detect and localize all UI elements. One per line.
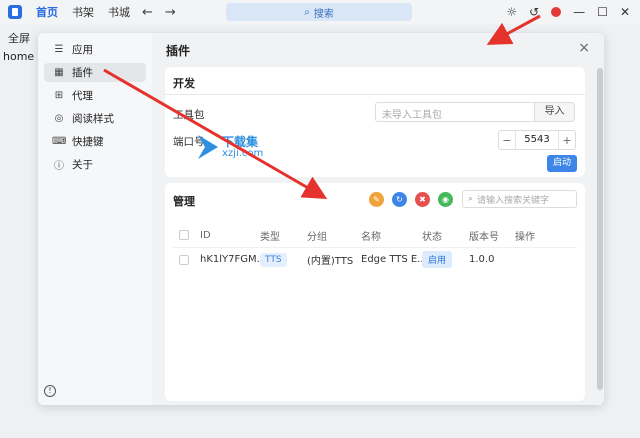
manage-card: 管理 ✎ ↻ ✖ ◉ ⌕ 请输入搜索关键字 ID 类型 分组 名称 状态 版本号… — [165, 183, 585, 401]
history-icon[interactable]: ↺ — [529, 5, 539, 19]
refresh-icon[interactable]: ↻ — [392, 192, 407, 207]
sidebar-item-proxy[interactable]: ⊞ 代理 — [44, 86, 146, 105]
port-value[interactable]: 5543 — [515, 131, 559, 149]
table-header: ID 类型 分组 名称 状态 版本号 操作 — [173, 223, 577, 247]
sliders-icon: ☰ — [54, 44, 64, 55]
info-icon: ⓘ — [54, 161, 64, 172]
settings-sidebar: ☰ 应用 ▦ 插件 ⊞ 代理 ◎ 阅读样式 ⌨ 快捷键 ⓘ 关于 ! — [38, 33, 152, 405]
delete-icon[interactable]: ✖ — [415, 192, 430, 207]
import-plugin-icon[interactable]: ✎ — [369, 192, 384, 207]
port-stepper[interactable]: − 5543 + — [498, 130, 576, 150]
sidebar-item-about[interactable]: ⓘ 关于 — [44, 155, 146, 174]
back-icon[interactable]: ← — [142, 5, 153, 20]
fullscreen-tab[interactable]: 全屏 — [8, 30, 30, 46]
header-group: 分组 — [307, 231, 327, 243]
maximize-icon[interactable]: ☐ — [597, 5, 608, 19]
plugin-settings-content: 插件 × 开发 工具包 未导入工具包 导入 端口号 − 5543 + 启动 管理… — [152, 33, 604, 405]
nav-home[interactable]: 首页 — [36, 4, 58, 20]
global-search[interactable]: ⌕ 搜索 — [226, 3, 412, 21]
window-controls: ☼ ↺ — ☐ ✕ — [506, 0, 630, 24]
nav-bookstore[interactable]: 书城 — [108, 4, 130, 20]
home-text: home — [3, 50, 35, 63]
header-type: 类型 — [260, 231, 280, 243]
close-icon[interactable]: × — [578, 40, 590, 56]
cell-id: hK1lY7FGM... — [200, 254, 260, 265]
search-placeholder: 搜索 — [313, 8, 334, 20]
nav-bookshelf[interactable]: 书架 — [72, 4, 94, 20]
scrollbar[interactable] — [597, 68, 603, 390]
type-tag: TTS — [260, 252, 287, 267]
toggle-icon[interactable]: ◉ — [438, 192, 453, 207]
table-row[interactable]: hK1lY7FGM... TTS (内置)TTS Edge TTS E... 启… — [173, 247, 577, 271]
grid-icon: ▦ — [54, 67, 64, 78]
sidebar-item-label: 插件 — [72, 67, 93, 79]
start-button[interactable]: 启动 — [547, 155, 577, 172]
search-icon: ⌕ — [468, 194, 474, 204]
keyboard-icon: ⌨ — [52, 136, 67, 147]
toolkit-label: 工具包 — [173, 109, 205, 121]
header-status: 状态 — [422, 231, 442, 243]
select-all-checkbox[interactable] — [179, 230, 189, 240]
network-icon: ⊞ — [54, 90, 64, 101]
sidebar-item-app[interactable]: ☰ 应用 — [44, 40, 146, 59]
plugin-search-placeholder: 请输入搜索关键字 — [477, 195, 550, 206]
increment-button[interactable]: + — [559, 134, 575, 147]
sidebar-item-plugins[interactable]: ▦ 插件 — [44, 63, 146, 82]
watermark-logo-icon — [198, 135, 218, 159]
page-title: 插件 — [166, 44, 191, 58]
manage-card-title: 管理 — [173, 195, 195, 208]
header-version: 版本号 — [469, 231, 499, 243]
divider — [165, 94, 585, 95]
search-icon: ⌕ — [304, 6, 310, 18]
cell-version: 1.0.0 — [469, 254, 495, 265]
color-dot-icon[interactable] — [551, 7, 562, 17]
cell-group: (内置)TTS — [307, 256, 354, 267]
forward-icon[interactable]: → — [165, 5, 176, 20]
palette-icon: ◎ — [54, 113, 64, 124]
cell-name: Edge TTS E... — [361, 254, 422, 265]
sidebar-item-reading-style[interactable]: ◎ 阅读样式 — [44, 109, 146, 128]
watermark-url: xzji.com — [222, 148, 264, 159]
row-checkbox[interactable] — [179, 254, 189, 265]
sidebar-item-label: 关于 — [72, 159, 93, 171]
minimize-icon[interactable]: — — [573, 5, 585, 19]
watermark: 下载集 xzji.com — [196, 133, 276, 165]
header-id: ID — [200, 229, 211, 241]
app-logo — [8, 5, 22, 19]
alert-icon[interactable]: ! — [44, 385, 56, 397]
settings-dialog: ☰ 应用 ▦ 插件 ⊞ 代理 ◎ 阅读样式 ⌨ 快捷键 ⓘ 关于 ! 插件 × … — [38, 33, 604, 405]
sidebar-item-shortcuts[interactable]: ⌨ 快捷键 — [44, 132, 146, 151]
sidebar-item-label: 阅读样式 — [72, 113, 114, 125]
header-name: 名称 — [361, 231, 381, 243]
theme-sun-icon[interactable]: ☼ — [506, 5, 517, 19]
decrement-button[interactable]: − — [499, 134, 515, 147]
dev-card-title: 开发 — [173, 77, 195, 90]
sidebar-item-label: 快捷键 — [72, 136, 104, 148]
sidebar-item-label: 代理 — [72, 90, 93, 102]
close-window-icon[interactable]: ✕ — [620, 5, 630, 19]
status-badge[interactable]: 启用 — [422, 251, 453, 268]
sidebar-item-label: 应用 — [72, 44, 93, 56]
toolkit-input[interactable]: 未导入工具包 — [375, 102, 535, 122]
import-button[interactable]: 导入 — [535, 102, 575, 122]
plugin-search-input[interactable]: ⌕ 请输入搜索关键字 — [462, 190, 577, 208]
header-actions: 操作 — [515, 231, 535, 243]
top-bar: 首页 书架 书城 ← → ⌕ 搜索 ☼ ↺ — ☐ ✕ — [0, 0, 640, 24]
